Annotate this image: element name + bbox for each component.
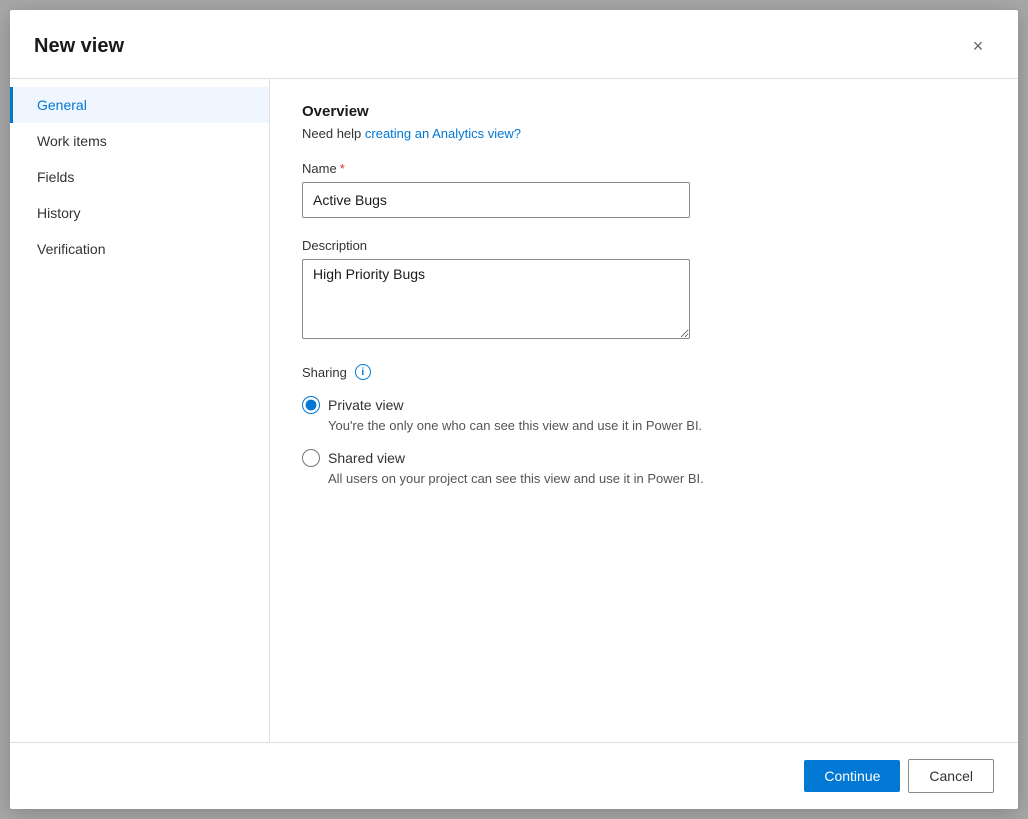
cancel-button[interactable]: Cancel	[908, 759, 994, 793]
private-view-label[interactable]: Private view	[302, 396, 986, 414]
sharing-title: Sharing	[302, 365, 347, 380]
description-form-group: Description High Priority Bugs	[302, 238, 986, 344]
close-button[interactable]: ×	[962, 30, 994, 62]
help-text: Need help creating an Analytics view?	[302, 126, 986, 141]
dialog-title: New view	[34, 35, 124, 58]
sidebar-item-general[interactable]: General	[10, 87, 269, 123]
help-link[interactable]: creating an Analytics view?	[365, 126, 521, 141]
private-view-option: Private view You're the only one who can…	[302, 396, 986, 433]
close-icon: ×	[973, 36, 984, 57]
main-content: Overview Need help creating an Analytics…	[270, 79, 1018, 742]
sidebar-item-history[interactable]: History	[10, 195, 269, 231]
radio-group: Private view You're the only one who can…	[302, 396, 986, 486]
continue-button[interactable]: Continue	[804, 760, 900, 792]
shared-view-text: Shared view	[328, 450, 405, 466]
info-icon: i	[355, 364, 371, 380]
name-form-group: Name*	[302, 161, 986, 218]
dialog-footer: Continue Cancel	[10, 742, 1018, 809]
sidebar-item-fields[interactable]: Fields	[10, 159, 269, 195]
sharing-label-row: Sharing i	[302, 364, 986, 380]
overview-title: Overview	[302, 103, 986, 120]
shared-view-option: Shared view All users on your project ca…	[302, 449, 986, 486]
sidebar: General Work items Fields History Verifi…	[10, 79, 270, 742]
description-label: Description	[302, 238, 986, 253]
private-view-radio[interactable]	[302, 396, 320, 414]
description-textarea[interactable]: High Priority Bugs	[302, 259, 690, 339]
name-input[interactable]	[302, 182, 690, 218]
required-star: *	[340, 161, 345, 176]
private-view-description: You're the only one who can see this vie…	[328, 418, 986, 433]
dialog: New view × General Work items Fields His…	[10, 10, 1018, 809]
shared-view-description: All users on your project can see this v…	[328, 471, 986, 486]
private-view-text: Private view	[328, 397, 403, 413]
help-prefix: Need help	[302, 126, 365, 141]
sidebar-item-verification[interactable]: Verification	[10, 231, 269, 267]
dialog-overlay: New view × General Work items Fields His…	[0, 0, 1028, 819]
dialog-body: General Work items Fields History Verifi…	[10, 79, 1018, 742]
sidebar-item-work-items[interactable]: Work items	[10, 123, 269, 159]
name-label: Name*	[302, 161, 986, 176]
sharing-section: Sharing i Private view You're the only o…	[302, 364, 986, 486]
shared-view-radio[interactable]	[302, 449, 320, 467]
dialog-header: New view ×	[10, 10, 1018, 79]
shared-view-label[interactable]: Shared view	[302, 449, 986, 467]
